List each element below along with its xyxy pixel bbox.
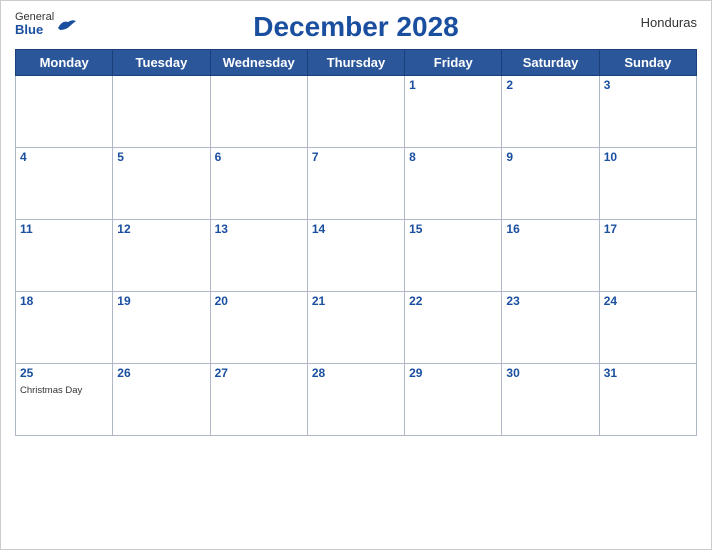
calendar-cell: 13 — [210, 220, 307, 292]
calendar-cell: 30 — [502, 364, 599, 436]
calendar-cell: 12 — [113, 220, 210, 292]
day-number: 22 — [409, 294, 497, 308]
day-number: 9 — [506, 150, 594, 164]
calendar-cell: 6 — [210, 148, 307, 220]
weekday-header-wednesday: Wednesday — [210, 50, 307, 76]
day-number: 13 — [215, 222, 303, 236]
calendar-cell: 4 — [16, 148, 113, 220]
day-event: Christmas Day — [20, 385, 82, 396]
calendar-cell: 25 Christmas Day — [16, 364, 113, 436]
day-number: 6 — [215, 150, 303, 164]
calendar-cell: 7 — [307, 148, 404, 220]
calendar-cell: 11 — [16, 220, 113, 292]
weekday-header-sunday: Sunday — [599, 50, 696, 76]
calendar-week-row: 25 Christmas Day 26 27 28 29 30 31 — [16, 364, 697, 436]
calendar-cell: 26 — [113, 364, 210, 436]
day-number: 30 — [506, 366, 594, 380]
calendar-cell: 10 — [599, 148, 696, 220]
day-number: 20 — [215, 294, 303, 308]
calendar-week-row: 11 12 13 14 15 16 17 — [16, 220, 697, 292]
day-number: 8 — [409, 150, 497, 164]
calendar-cell: 2 — [502, 76, 599, 148]
day-number: 5 — [117, 150, 205, 164]
calendar-cell: 20 — [210, 292, 307, 364]
day-number: 19 — [117, 294, 205, 308]
calendar-container: General Blue December 2028 Honduras Mond… — [0, 0, 712, 550]
day-number: 27 — [215, 366, 303, 380]
day-number: 7 — [312, 150, 400, 164]
day-number: 25 — [20, 366, 108, 380]
calendar-cell: 15 — [405, 220, 502, 292]
day-number: 12 — [117, 222, 205, 236]
calendar-cell: 31 — [599, 364, 696, 436]
day-number: 15 — [409, 222, 497, 236]
calendar-cell: 19 — [113, 292, 210, 364]
calendar-week-row: 123 — [16, 76, 697, 148]
day-number: 1 — [409, 78, 497, 92]
weekday-header-thursday: Thursday — [307, 50, 404, 76]
calendar-cell: 8 — [405, 148, 502, 220]
day-number: 2 — [506, 78, 594, 92]
calendar-cell — [16, 76, 113, 148]
weekday-header-friday: Friday — [405, 50, 502, 76]
day-number: 31 — [604, 366, 692, 380]
logo-area: General Blue — [15, 11, 78, 37]
calendar-cell: 16 — [502, 220, 599, 292]
month-title: December 2028 — [253, 11, 458, 43]
calendar-cell: 23 — [502, 292, 599, 364]
calendar-header: General Blue December 2028 Honduras — [15, 11, 697, 43]
calendar-week-row: 18 19 20 21 22 23 24 — [16, 292, 697, 364]
calendar-cell: 29 — [405, 364, 502, 436]
day-number: 26 — [117, 366, 205, 380]
day-number: 28 — [312, 366, 400, 380]
day-number: 21 — [312, 294, 400, 308]
calendar-cell: 9 — [502, 148, 599, 220]
calendar-cell: 28 — [307, 364, 404, 436]
logo-blue: Blue — [15, 23, 54, 37]
calendar-cell: 18 — [16, 292, 113, 364]
weekday-header-monday: Monday — [16, 50, 113, 76]
calendar-cell: 1 — [405, 76, 502, 148]
weekday-header-row: MondayTuesdayWednesdayThursdayFridaySatu… — [16, 50, 697, 76]
day-number: 17 — [604, 222, 692, 236]
day-number: 14 — [312, 222, 400, 236]
logo-bird-icon — [56, 18, 78, 32]
day-number: 16 — [506, 222, 594, 236]
weekday-header-saturday: Saturday — [502, 50, 599, 76]
calendar-cell: 17 — [599, 220, 696, 292]
calendar-cell: 5 — [113, 148, 210, 220]
country-label: Honduras — [641, 15, 697, 30]
calendar-cell: 24 — [599, 292, 696, 364]
calendar-cell: 3 — [599, 76, 696, 148]
day-number: 4 — [20, 150, 108, 164]
calendar-week-row: 456789 10 — [16, 148, 697, 220]
calendar-cell: 27 — [210, 364, 307, 436]
day-number: 18 — [20, 294, 108, 308]
calendar-table: MondayTuesdayWednesdayThursdayFridaySatu… — [15, 49, 697, 436]
calendar-cell — [113, 76, 210, 148]
day-number: 3 — [604, 78, 692, 92]
calendar-cell: 14 — [307, 220, 404, 292]
calendar-cell: 22 — [405, 292, 502, 364]
day-number: 10 — [604, 150, 692, 164]
calendar-cell — [210, 76, 307, 148]
day-number: 23 — [506, 294, 594, 308]
weekday-header-tuesday: Tuesday — [113, 50, 210, 76]
day-number: 24 — [604, 294, 692, 308]
day-number: 11 — [20, 222, 108, 236]
day-number: 29 — [409, 366, 497, 380]
calendar-cell — [307, 76, 404, 148]
calendar-cell: 21 — [307, 292, 404, 364]
